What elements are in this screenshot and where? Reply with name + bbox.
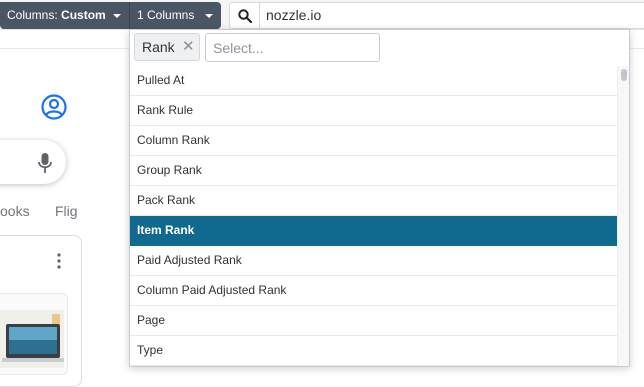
search-input[interactable]: nozzle.io <box>229 2 644 29</box>
selected-tag-label: Rank <box>142 39 175 55</box>
toolbar: Columns: Custom 1 Columns nozzle.io <box>0 0 644 30</box>
options-list: Pulled At Rank Rule Column Rank Group Ra… <box>130 66 617 366</box>
chevron-down-icon <box>205 14 213 18</box>
option-column-paid-adjusted-rank[interactable]: Column Paid Adjusted Rank <box>130 276 617 306</box>
selected-tag-rank[interactable]: Rank ✕ <box>134 33 200 61</box>
search-icon[interactable] <box>238 9 252 23</box>
option-rank-rule[interactable]: Rank Rule <box>130 96 617 126</box>
option-group-rank[interactable]: Group Rank <box>130 156 617 186</box>
option-pack-rank[interactable]: Pack Rank <box>130 186 617 216</box>
background-search-bar[interactable] <box>0 140 66 184</box>
search-value[interactable]: nozzle.io <box>266 3 321 28</box>
option-type[interactable]: Type <box>130 336 617 366</box>
option-page[interactable]: Page <box>130 306 617 336</box>
option-paid-adjusted-rank[interactable]: Paid Adjusted Rank <box>130 246 617 276</box>
column-select-dropdown: Rank ✕ Pulled At Rank Rule Column Rank G… <box>129 29 630 367</box>
search-divider <box>259 3 260 28</box>
laptop-thumbnail <box>0 310 64 368</box>
options-scrollbar[interactable] <box>617 66 629 366</box>
remove-tag-icon[interactable]: ✕ <box>182 34 195 60</box>
tab-flights[interactable]: Flig <box>55 203 78 219</box>
more-vert-icon[interactable] <box>57 253 61 269</box>
option-column-rank[interactable]: Column Rank <box>130 126 617 156</box>
option-item-rank[interactable]: Item Rank <box>130 216 617 246</box>
columns-count-button[interactable]: 1 Columns <box>129 2 221 29</box>
avatar-icon[interactable] <box>41 94 67 120</box>
scrollbar-thumb[interactable] <box>621 69 627 81</box>
select-search-input[interactable] <box>205 33 380 62</box>
option-pulled-at[interactable]: Pulled At <box>130 66 617 96</box>
mic-icon[interactable] <box>37 152 53 174</box>
columns-preset-button[interactable]: Columns: Custom <box>0 2 129 29</box>
columns-value-label: Custom <box>61 8 106 22</box>
columns-prefix-label: Columns: <box>7 8 58 22</box>
chevron-down-icon <box>113 14 121 18</box>
tab-books[interactable]: ooks <box>0 203 30 219</box>
columns-count-label: 1 Columns <box>137 8 195 22</box>
selected-tags-area: Rank ✕ <box>130 30 629 67</box>
